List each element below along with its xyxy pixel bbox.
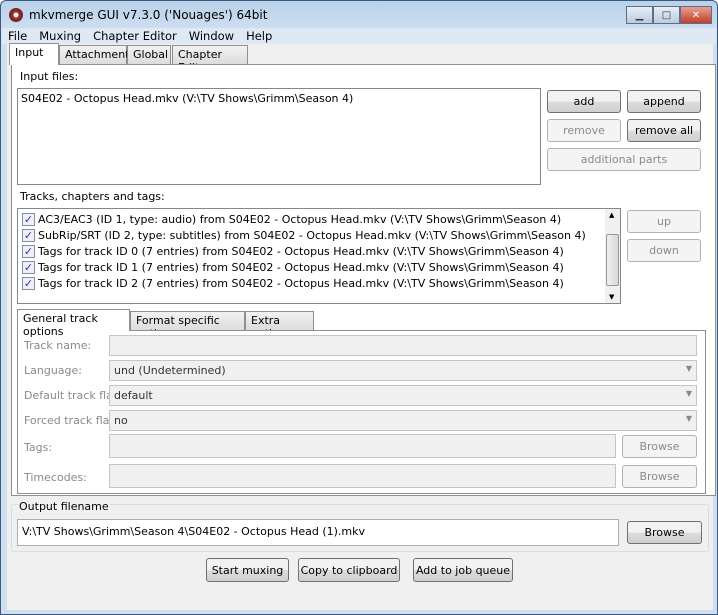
forced-flag-label: Forced track flag: <box>24 414 121 427</box>
track-name-label: Track name: <box>24 339 92 352</box>
app-icon <box>9 8 23 22</box>
additional-parts-button[interactable]: additional parts <box>547 148 701 171</box>
minimize-button[interactable]: ▁ <box>626 6 653 24</box>
remove-button[interactable]: remove <box>547 119 621 142</box>
menu-chapter-editor[interactable]: Chapter Editor <box>87 28 183 44</box>
timecodes-input[interactable] <box>109 464 616 488</box>
copy-to-clipboard-button[interactable]: Copy to clipboard <box>298 558 400 582</box>
menu-help[interactable]: Help <box>240 28 278 44</box>
language-value: und (Undetermined) <box>114 364 226 377</box>
checkbox-checked-icon[interactable]: ✓ <box>22 260 35 274</box>
input-file-item[interactable]: S04E02 - Octopus Head.mkv (V:\TV Shows\G… <box>21 92 353 105</box>
tab-format-specific-options[interactable]: Format specific options <box>130 311 245 340</box>
tab-global[interactable]: Global <box>127 45 171 64</box>
track-item[interactable]: ✓ Tags for track ID 2 (7 entries) from S0… <box>22 275 564 291</box>
tags-label: Tags: <box>24 441 53 454</box>
checkbox-checked-icon[interactable]: ✓ <box>22 212 35 226</box>
add-to-job-queue-button[interactable]: Add to job queue <box>413 558 513 582</box>
remove-all-button[interactable]: remove all <box>627 119 701 142</box>
forced-flag-value: no <box>114 414 128 427</box>
track-item[interactable]: ✓ Tags for track ID 1 (7 entries) from S0… <box>22 259 564 275</box>
output-filename-input[interactable]: V:\TV Shows\Grimm\Season 4\S04E02 - Octo… <box>17 519 619 546</box>
scroll-up-icon[interactable]: ▲ <box>609 211 614 219</box>
checkbox-checked-icon[interactable]: ✓ <box>22 276 35 290</box>
output-filename-label: Output filename <box>18 500 110 513</box>
menu-window[interactable]: Window <box>183 28 240 44</box>
tab-general-track-options[interactable]: General track options <box>17 309 130 338</box>
menu-bar: File Muxing Chapter Editor Window Help <box>2 28 716 44</box>
close-button[interactable]: ✕ <box>680 6 712 24</box>
timecodes-label: Timecodes: <box>24 471 87 484</box>
tab-extra-options[interactable]: Extra options <box>245 311 314 340</box>
output-browse-button[interactable]: Browse <box>627 521 702 544</box>
down-button[interactable]: down <box>627 239 701 262</box>
chevron-down-icon: ▼ <box>685 364 692 373</box>
tab-attachments[interactable]: Attachments <box>59 45 135 64</box>
scrollbar-thumb[interactable] <box>606 234 619 286</box>
maximize-button[interactable]: □ <box>653 6 680 24</box>
track-label: AC3/EAC3 (ID 1, type: audio) from S04E02… <box>38 212 562 226</box>
language-select[interactable]: und (Undetermined) ▼ <box>109 360 697 381</box>
default-flag-value: default <box>114 389 153 402</box>
checkbox-checked-icon[interactable]: ✓ <box>22 244 35 258</box>
tags-input[interactable] <box>109 434 616 458</box>
track-item[interactable]: ✓ SubRip/SRT (ID 2, type: subtitles) from… <box>22 227 586 243</box>
tracks-label: Tracks, chapters and tags: <box>20 190 165 203</box>
tab-chapter-editor[interactable]: Chapter Editor <box>172 45 248 74</box>
forced-flag-select[interactable]: no ▼ <box>109 410 697 431</box>
add-button[interactable]: add <box>547 90 621 113</box>
input-files-label: Input files: <box>20 70 79 83</box>
language-label: Language: <box>24 364 82 377</box>
track-label: Tags for track ID 0 (7 entries) from S04… <box>38 244 564 258</box>
start-muxing-button[interactable]: Start muxing <box>206 558 289 582</box>
chevron-down-icon: ▼ <box>685 389 692 398</box>
up-button[interactable]: up <box>627 210 701 233</box>
scroll-down-icon[interactable]: ▼ <box>609 293 614 301</box>
default-flag-select[interactable]: default ▼ <box>109 385 697 406</box>
tracks-list[interactable]: ✓ AC3/EAC3 (ID 1, type: audio) from S04E0… <box>17 208 621 304</box>
tab-input[interactable]: Input <box>9 43 59 65</box>
client-area: Input Attachments Global Chapter Editor … <box>7 43 716 610</box>
input-files-list[interactable]: S04E02 - Octopus Head.mkv (V:\TV Shows\G… <box>17 88 541 185</box>
menu-muxing[interactable]: Muxing <box>33 28 87 44</box>
timecodes-browse-button[interactable]: Browse <box>622 465 697 488</box>
window-title: mkvmerge GUI v7.3.0 ('Nouages') 64bit <box>29 8 268 22</box>
track-label: Tags for track ID 1 (7 entries) from S04… <box>38 260 564 274</box>
tracks-scrollbar[interactable]: ▲ ▼ <box>605 209 620 303</box>
app-window: mkvmerge GUI v7.3.0 ('Nouages') 64bit ▁ … <box>0 0 718 615</box>
append-button[interactable]: append <box>627 90 701 113</box>
track-label: SubRip/SRT (ID 2, type: subtitles) from … <box>38 228 586 242</box>
tags-browse-button[interactable]: Browse <box>622 435 697 458</box>
track-options-panel: Track name: Language: und (Undetermined)… <box>17 330 706 494</box>
track-item[interactable]: ✓ AC3/EAC3 (ID 1, type: audio) from S04E0… <box>22 211 561 227</box>
checkbox-checked-icon[interactable]: ✓ <box>22 228 35 242</box>
track-name-input[interactable] <box>109 335 697 356</box>
chevron-down-icon: ▼ <box>685 414 692 423</box>
menu-file[interactable]: File <box>2 28 33 44</box>
track-item[interactable]: ✓ Tags for track ID 0 (7 entries) from S0… <box>22 243 564 259</box>
input-tab-page: Input files: S04E02 - Octopus Head.mkv (… <box>11 64 716 496</box>
track-label: Tags for track ID 2 (7 entries) from S04… <box>38 276 564 290</box>
